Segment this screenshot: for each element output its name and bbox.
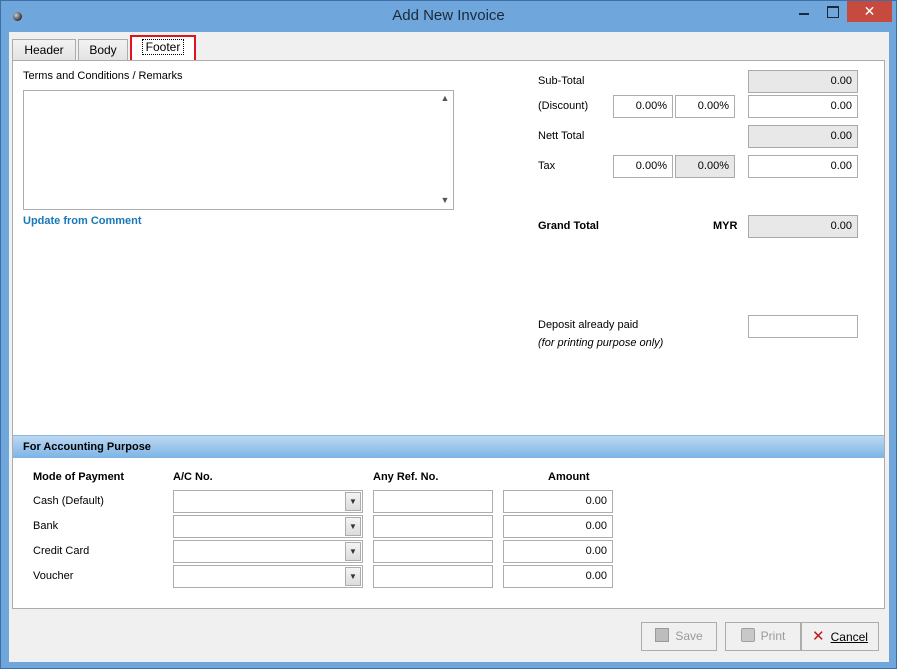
- close-icon: ✕: [812, 628, 825, 645]
- nett-total-label: Nett Total: [538, 130, 585, 142]
- save-button[interactable]: Save: [641, 622, 717, 651]
- accounting-section-header: For Accounting Purpose: [13, 435, 884, 458]
- col-mode-of-payment: Mode of Payment: [33, 471, 125, 483]
- tax-percent-1-field[interactable]: 0.00%: [613, 155, 673, 178]
- discount-label: (Discount): [538, 100, 589, 112]
- scroll-down-icon[interactable]: ▼: [439, 195, 451, 207]
- deposit-field[interactable]: [748, 315, 858, 338]
- maximize-button[interactable]: [819, 1, 845, 22]
- terms-textarea[interactable]: ▲ ▼: [23, 90, 454, 210]
- minimize-button[interactable]: [791, 1, 817, 22]
- payment-mode-label: Voucher: [33, 570, 74, 582]
- save-button-label: Save: [675, 629, 703, 643]
- chevron-down-icon[interactable]: ▼: [345, 492, 361, 511]
- grand-total-label: Grand Total: [538, 220, 599, 232]
- currency-label: MYR: [713, 220, 738, 232]
- print-icon: [740, 628, 755, 642]
- print-button[interactable]: Print: [725, 622, 801, 651]
- accounting-section-title: For Accounting Purpose: [23, 441, 151, 453]
- tab-body[interactable]: Body: [78, 39, 128, 61]
- chevron-down-icon[interactable]: ▼: [345, 517, 361, 536]
- cancel-button[interactable]: ✕ Cancel: [801, 622, 879, 651]
- print-button-label: Print: [760, 629, 786, 643]
- ac-no-select[interactable]: ▼: [173, 515, 363, 538]
- payment-mode-label: Credit Card: [33, 545, 90, 557]
- ac-no-select[interactable]: ▼: [173, 490, 363, 513]
- sub-total-label: Sub-Total: [538, 75, 585, 87]
- tab-footer[interactable]: Footer: [130, 35, 196, 62]
- grand-total-field: 0.00: [748, 215, 858, 238]
- terms-label: Terms and Conditions / Remarks: [23, 70, 183, 82]
- ref-no-input[interactable]: [373, 540, 493, 563]
- close-button[interactable]: ✕: [847, 1, 892, 22]
- col-ac-no: A/C No.: [173, 471, 213, 483]
- ref-no-input[interactable]: [373, 515, 493, 538]
- sub-total-field: 0.00: [748, 70, 858, 93]
- amount-input[interactable]: 0.00: [503, 490, 613, 513]
- title-bar: Add New Invoice ✕: [1, 1, 896, 32]
- window-title: Add New Invoice: [392, 7, 505, 24]
- payment-mode-label: Cash (Default): [33, 495, 104, 507]
- deposit-note: (for printing purpose only): [538, 337, 664, 349]
- footer-panel: Terms and Conditions / Remarks ▲ ▼ Updat…: [12, 60, 885, 609]
- ref-no-input[interactable]: [373, 565, 493, 588]
- invoice-window: Add New Invoice ✕ Header Body Footer Ter…: [0, 0, 897, 669]
- ref-no-input[interactable]: [373, 490, 493, 513]
- ac-no-select[interactable]: ▼: [173, 565, 363, 588]
- nett-total-field: 0.00: [748, 125, 858, 148]
- amount-input[interactable]: 0.00: [503, 540, 613, 563]
- amount-input[interactable]: 0.00: [503, 565, 613, 588]
- update-from-comment-link[interactable]: Update from Comment: [23, 215, 142, 227]
- tax-percent-2-field: 0.00%: [675, 155, 735, 178]
- ac-no-select[interactable]: ▼: [173, 540, 363, 563]
- save-icon: [655, 628, 670, 642]
- deposit-label: Deposit already paid: [538, 319, 639, 331]
- col-ref-no: Any Ref. No.: [373, 471, 439, 483]
- client-area: Header Body Footer Terms and Conditions …: [9, 32, 889, 662]
- amount-input[interactable]: 0.00: [503, 515, 613, 538]
- tax-label: Tax: [538, 160, 556, 172]
- payment-mode-label: Bank: [33, 520, 59, 532]
- tab-footer-label: Footer: [141, 39, 185, 55]
- tax-amount-field[interactable]: 0.00: [748, 155, 858, 178]
- chevron-down-icon[interactable]: ▼: [345, 567, 361, 586]
- discount-percent-2-field[interactable]: 0.00%: [675, 95, 735, 118]
- col-amount: Amount: [548, 471, 590, 483]
- scroll-up-icon[interactable]: ▲: [439, 93, 451, 105]
- chevron-down-icon[interactable]: ▼: [345, 542, 361, 561]
- discount-percent-1-field[interactable]: 0.00%: [613, 95, 673, 118]
- discount-amount-field[interactable]: 0.00: [748, 95, 858, 118]
- cancel-button-label: Cancel: [830, 630, 868, 644]
- tab-header[interactable]: Header: [12, 39, 76, 61]
